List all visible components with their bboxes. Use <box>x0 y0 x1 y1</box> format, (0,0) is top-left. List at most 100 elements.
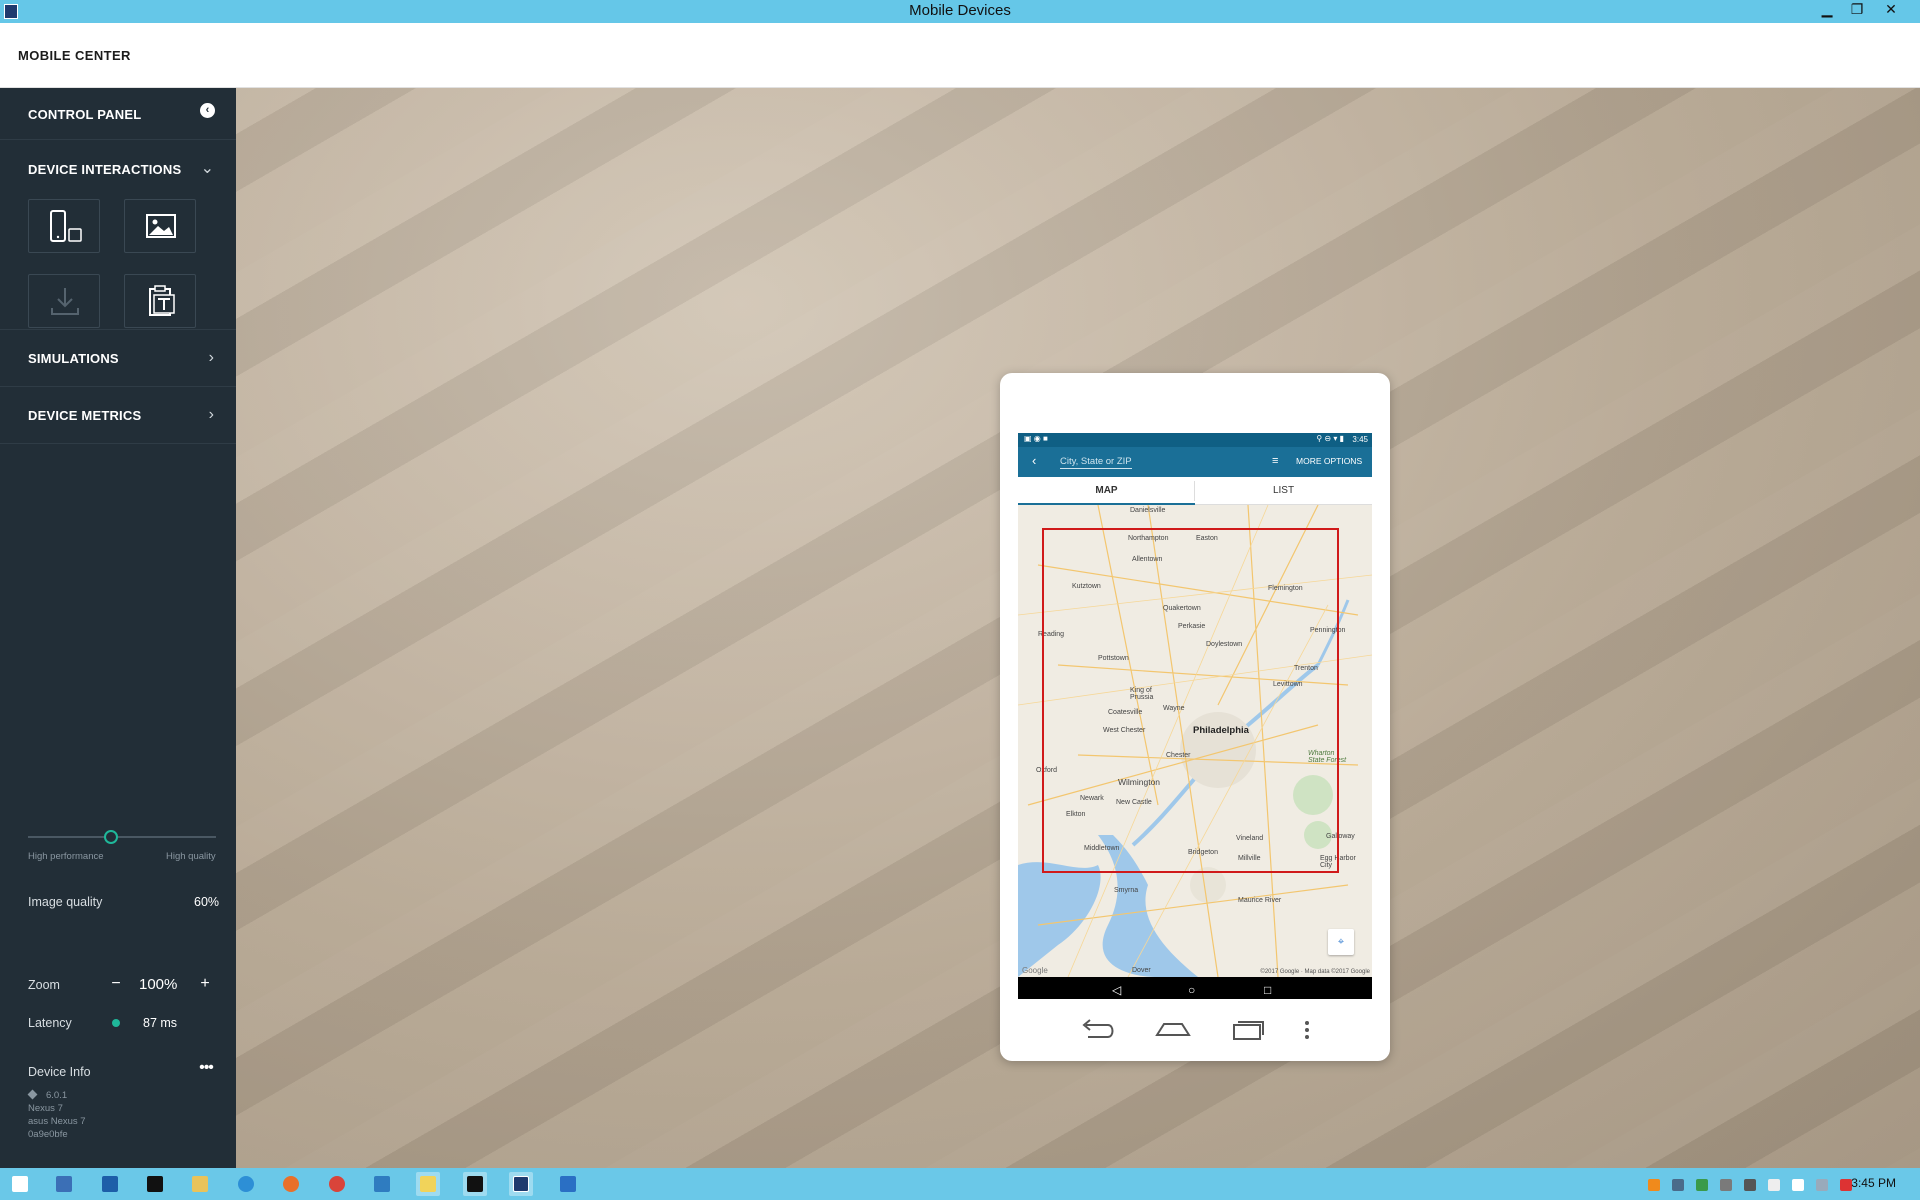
device-orientation-button[interactable] <box>28 199 100 253</box>
filter-icon[interactable]: ≡ <box>1272 455 1278 467</box>
taskbar-cmd[interactable] <box>143 1172 167 1196</box>
device-screen[interactable]: ▣ ◉ ■ ⚲ ⊖ ▾ ▮ 3:45 ‹ City, State or ZIP … <box>1018 433 1372 999</box>
install-app-button[interactable] <box>28 274 100 328</box>
taskbar-player[interactable] <box>556 1172 580 1196</box>
taskbar-mobile-center[interactable] <box>509 1172 533 1196</box>
status-icons: ⚲ ⊖ ▾ ▮ <box>1316 434 1344 443</box>
device-metrics-title[interactable]: DEVICE METRICS <box>28 408 141 423</box>
hardware-back-icon[interactable] <box>1080 1017 1118 1043</box>
mobile-center-icon <box>513 1176 529 1192</box>
more-options-button[interactable]: MORE OPTIONS <box>1296 456 1362 466</box>
device-hardware-buttons <box>1000 1013 1390 1047</box>
device-orientation-icon <box>50 210 82 242</box>
folder-icon <box>192 1176 208 1192</box>
map-highlight-rectangle <box>1042 528 1339 873</box>
taskbar-clock[interactable]: 3:45 PM <box>1851 1176 1896 1190</box>
my-location-icon[interactable]: ⌖ <box>1328 929 1354 955</box>
latency-value: 87 ms <box>143 1016 178 1030</box>
notification-icons: ▣ ◉ ■ <box>1024 434 1048 443</box>
chevron-right-icon[interactable]: › <box>209 406 214 424</box>
latency-label: Latency <box>28 1016 72 1030</box>
tray-java-icon[interactable] <box>1648 1179 1660 1191</box>
tray-flag-icon[interactable] <box>1792 1179 1804 1191</box>
brand-title: MOBILE CENTER <box>18 48 131 63</box>
window-title: Mobile Devices <box>909 2 1011 19</box>
status-time: 3:45 <box>1352 435 1368 444</box>
taskbar-intellij[interactable] <box>463 1172 487 1196</box>
zoom-value: 100% <box>139 976 178 993</box>
device-info-more-button[interactable]: ••• <box>192 1060 220 1080</box>
tab-list[interactable]: LIST <box>1195 477 1372 505</box>
notepad-icon <box>420 1176 436 1192</box>
command-prompt-icon <box>147 1176 163 1192</box>
tray-tools-icon[interactable] <box>1672 1179 1684 1191</box>
chevron-right-icon[interactable]: › <box>209 349 214 367</box>
hardware-home-icon[interactable] <box>1154 1017 1192 1043</box>
taskbar-notepad[interactable] <box>416 1172 440 1196</box>
intellij-icon <box>467 1176 483 1192</box>
device-name: asus Nexus 7 <box>28 1116 86 1127</box>
image-quality-slider-thumb[interactable] <box>103 830 118 844</box>
play-icon <box>560 1176 576 1192</box>
windows-logo-icon <box>12 1176 28 1192</box>
control-panel-sidebar: CONTROL PANEL ‹ DEVICE INTERACTIONS ⌄ SI… <box>0 88 236 1168</box>
chevron-down-icon[interactable]: ⌄ <box>201 158 214 178</box>
tray-keyboard-icon[interactable] <box>1744 1179 1756 1191</box>
high-quality-hint: High quality <box>166 851 216 862</box>
taskbar-ie[interactable] <box>234 1172 258 1196</box>
close-button[interactable]: ✕ <box>1876 0 1906 20</box>
tray-volume-muted-icon[interactable] <box>1840 1179 1852 1191</box>
remote-device-frame: ▣ ◉ ■ ⚲ ⊖ ▾ ▮ 3:45 ‹ City, State or ZIP … <box>1000 373 1390 1061</box>
tray-shield-icon[interactable] <box>1696 1179 1708 1191</box>
device-id: 0a9e0bfe <box>28 1129 68 1140</box>
restore-button[interactable]: ❐ <box>1842 0 1872 20</box>
google-logo: Google <box>1022 966 1048 975</box>
tray-connection-icon[interactable] <box>1816 1179 1828 1191</box>
screenshot-button[interactable] <box>124 199 196 253</box>
internet-explorer-icon <box>238 1176 254 1192</box>
zoom-out-button[interactable]: − <box>107 975 125 993</box>
nav-recents-icon[interactable]: □ <box>1264 983 1271 997</box>
location-search-input[interactable]: City, State or ZIP <box>1060 456 1132 469</box>
device-metrics-section[interactable]: DEVICE METRICS › <box>0 387 236 444</box>
high-performance-hint: High performance <box>28 851 104 862</box>
image-icon <box>146 214 176 238</box>
taskbar-server-manager[interactable] <box>52 1172 76 1196</box>
tray-network-icon[interactable] <box>1720 1179 1732 1191</box>
collapse-panel-icon[interactable]: ‹ <box>200 103 215 118</box>
simulations-section[interactable]: SIMULATIONS › <box>0 330 236 387</box>
windows-taskbar: 3:45 PM <box>0 1168 1920 1200</box>
tray-display-icon[interactable] <box>1768 1179 1780 1191</box>
device-interactions-title[interactable]: DEVICE INTERACTIONS <box>28 162 181 177</box>
powershell-icon <box>102 1176 118 1192</box>
simulations-title[interactable]: SIMULATIONS <box>28 351 119 366</box>
server-manager-icon <box>56 1176 72 1192</box>
map-view[interactable]: Danielsville Northampton Easton Allentow… <box>1018 505 1372 977</box>
image-quality-value: 60% <box>194 895 220 909</box>
image-quality-slider[interactable] <box>28 836 216 838</box>
start-button[interactable] <box>8 1172 32 1196</box>
nav-back-icon[interactable]: ◁ <box>1112 983 1121 997</box>
text-input-button[interactable] <box>124 274 196 328</box>
hardware-recents-icon[interactable] <box>1230 1017 1268 1043</box>
android-status-bar: ▣ ◉ ■ ⚲ ⊖ ▾ ▮ 3:45 <box>1018 433 1372 447</box>
zoom-in-button[interactable]: + <box>196 975 214 993</box>
taskbar-explorer[interactable] <box>188 1172 212 1196</box>
map-place: Danielsville <box>1130 507 1166 514</box>
taskbar-app[interactable] <box>370 1172 394 1196</box>
device-interactions-section: DEVICE INTERACTIONS ⌄ <box>0 140 236 330</box>
nav-home-icon[interactable]: ○ <box>1188 983 1195 997</box>
taskbar-chrome[interactable] <box>325 1172 349 1196</box>
download-icon <box>51 288 79 315</box>
taskbar-powershell[interactable] <box>98 1172 122 1196</box>
minimize-button[interactable]: ▁ <box>1812 0 1842 20</box>
back-arrow-icon[interactable]: ‹ <box>1032 453 1036 468</box>
tab-map[interactable]: MAP <box>1018 477 1195 505</box>
chrome-icon <box>329 1176 345 1192</box>
firefox-icon <box>283 1176 299 1192</box>
android-nav-bar: ◁ ○ □ <box>1018 977 1372 999</box>
hardware-menu-icon[interactable] <box>1300 1017 1314 1043</box>
taskbar-firefox[interactable] <box>279 1172 303 1196</box>
control-panel-title: CONTROL PANEL <box>28 107 142 122</box>
zoom-label: Zoom <box>28 978 60 992</box>
